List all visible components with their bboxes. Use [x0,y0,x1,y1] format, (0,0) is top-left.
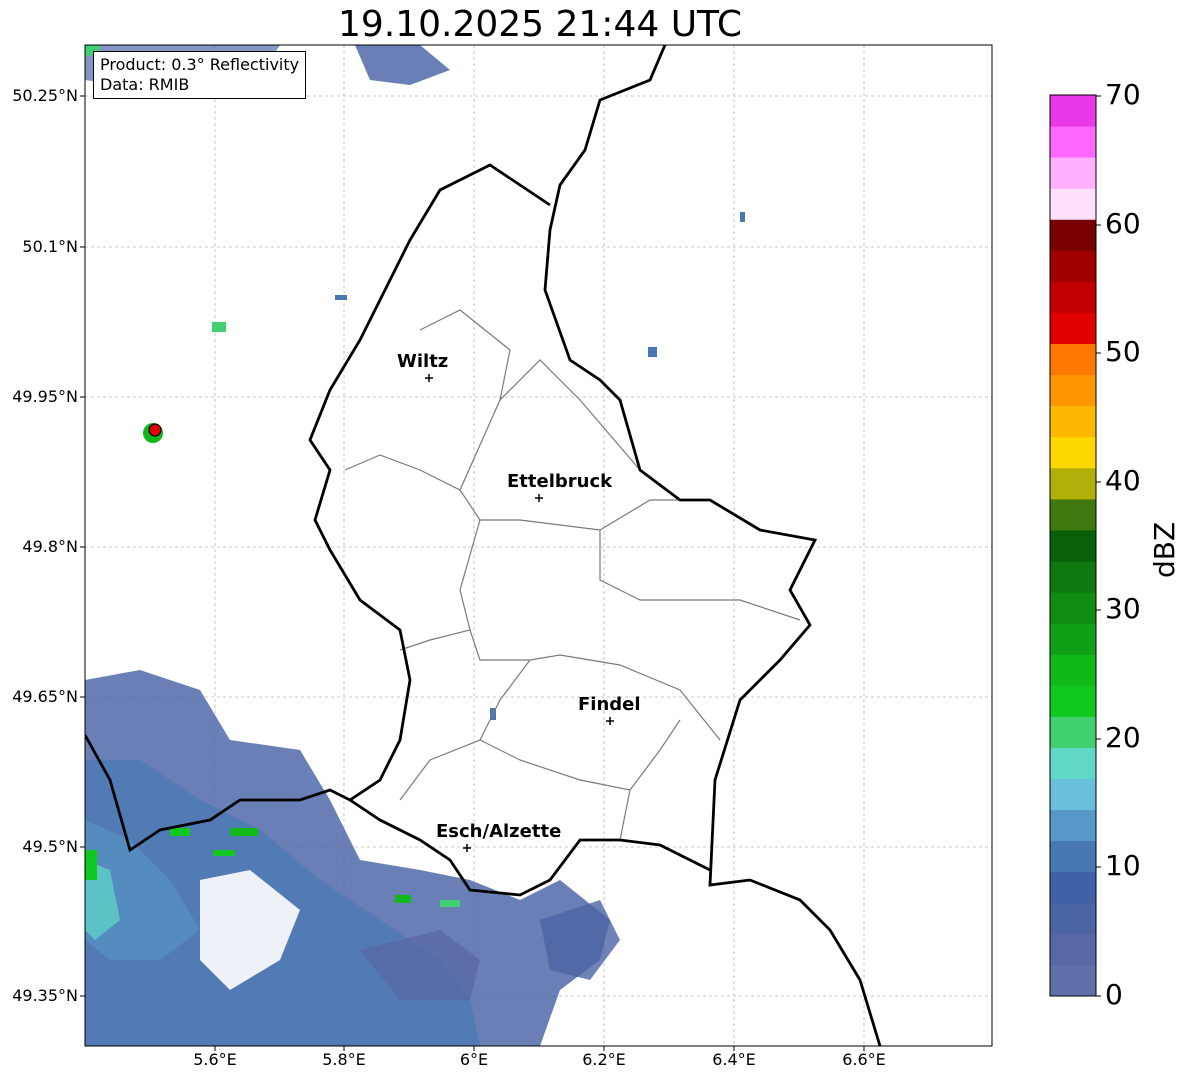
lat-label: 50.25°N [12,86,78,105]
city-label-wiltz: Wiltz [397,351,449,372]
colorbar-segment [1050,933,1096,966]
lon-label: 6.4°E [712,1050,756,1069]
colorbar-tick-label: 60 [1105,207,1141,240]
colorbar-segment [1050,654,1096,686]
canton-boundaries [344,309,801,841]
lon-label: 6°E [459,1050,489,1069]
colorbar-segment [1050,592,1096,624]
radar-map [80,44,1101,1051]
colorbar-segment [1050,561,1096,593]
city-label-ettelbruck: Ettelbruck [507,471,613,492]
colorbar-segment [1050,809,1096,842]
colorbar-segment [1050,157,1096,189]
colorbar-segment [1050,871,1096,904]
data-source-text: Data: RMIB [100,75,190,94]
colorbar-segment [1050,188,1096,220]
lon-label: 5.6°E [193,1050,237,1069]
lat-label: 49.35°N [12,986,78,1005]
colorbar-tick-label: 20 [1105,721,1141,754]
city-label-esch-alzette: Esch/Alzette [436,821,562,842]
colorbar-segment [1050,126,1096,158]
colorbar-segment [1050,219,1096,251]
colorbar-segment [1050,436,1096,469]
radar-site-marker [148,423,162,437]
lat-label: 49.8°N [22,537,78,556]
colorbar-tick-label: 30 [1105,592,1141,625]
colorbar-segment [1050,716,1096,748]
city-markers [425,374,614,852]
findel-marker [606,717,614,725]
colorbar-tick-label: 10 [1105,849,1141,882]
colorbar-segment [1050,374,1096,407]
colorbar-segment [1050,467,1096,500]
lat-label: 49.5°N [22,837,78,856]
colorbar-segment [1050,95,1096,127]
colorbar-tick-label: 70 [1105,78,1141,111]
colorbar-segment [1050,343,1096,376]
colorbar-segment [1050,529,1096,562]
colorbar-segment [1050,281,1096,313]
colorbar-segment [1050,840,1096,873]
colorbar-segment [1050,250,1096,282]
colorbar-tick-label: 50 [1105,335,1141,368]
product-info-box: Product: 0.3° Reflectivity Data: RMIB [93,51,307,99]
lon-label: 6.2°E [582,1050,626,1069]
colorbar-unit-label: dBZ [1148,521,1181,578]
lon-label: 5.8°E [322,1050,366,1069]
lat-label: 49.65°N [12,687,78,706]
colorbar-segment [1050,623,1096,655]
colorbar-ticks [1096,95,1101,997]
lon-label: 6.6°E [842,1050,886,1069]
colorbar-segment [1050,312,1096,345]
colorbar-segment [1050,685,1096,717]
lat-label: 50.1°N [22,237,78,256]
city-label-findel: Findel [578,694,641,715]
ettelbruck-marker [535,494,543,502]
colorbar-segment [1050,405,1096,438]
colorbar-tick-label: 0 [1105,978,1123,1011]
colorbar-segment [1050,778,1096,811]
colorbar-segment [1050,964,1096,997]
colorbar-segment [1050,747,1096,780]
colorbar-segment [1050,498,1096,531]
colorbar-tick-label: 40 [1105,464,1141,497]
esch-marker [463,844,471,852]
colorbar-segment [1050,902,1096,935]
product-text: Product: 0.3° Reflectivity [100,55,300,74]
colorbar [1050,95,1096,997]
lat-label: 49.95°N [12,387,78,406]
radar-echoes [85,45,745,1046]
wiltz-marker [425,374,433,382]
